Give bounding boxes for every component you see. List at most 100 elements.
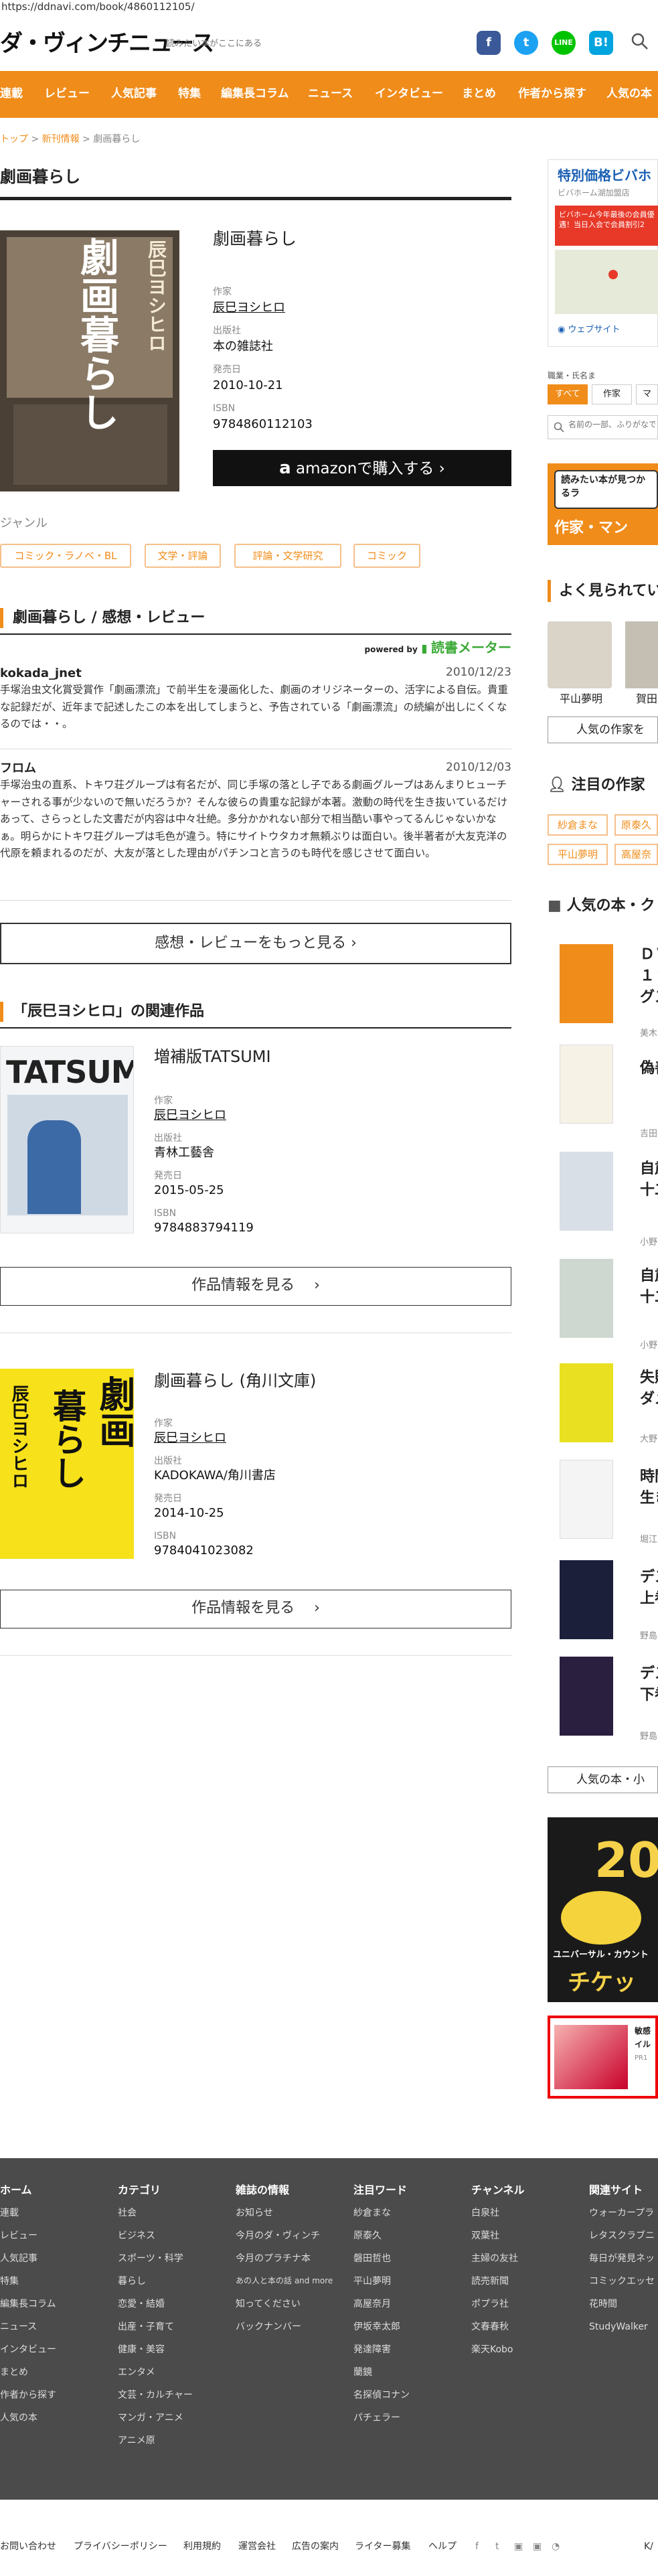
footer-link[interactable]: 磐田哲也 xyxy=(353,2252,391,2266)
footer-link[interactable]: 双葉社 xyxy=(471,2229,499,2243)
footer-link[interactable]: 文芸・カルチャー xyxy=(118,2389,193,2403)
footer-link[interactable]: ポプラ社 xyxy=(471,2297,509,2312)
footer-link[interactable]: 白泉社 xyxy=(471,2206,499,2220)
notable-author-chip[interactable]: 原泰久 xyxy=(614,814,658,836)
footer-link[interactable]: 出産・子育て xyxy=(118,2320,174,2334)
author-link[interactable]: 辰巳ヨシヒロ xyxy=(154,1429,226,1447)
nav-item-matome[interactable]: まとめ xyxy=(462,86,496,103)
footer-link[interactable]: バックナンバー xyxy=(236,2320,301,2334)
facebook-icon[interactable]: f xyxy=(475,2540,479,2554)
footer-link[interactable]: ビジネス xyxy=(118,2229,155,2243)
book-cover[interactable]: 辰巳ヨシヒロ 劇画暮らし xyxy=(0,230,179,491)
ranking-cover[interactable] xyxy=(560,1363,613,1442)
footer-link[interactable]: 今月のダ・ヴィンチ xyxy=(236,2229,320,2243)
related-title[interactable]: 劇画暮らし (角川文庫) xyxy=(154,1369,316,1393)
footer-link[interactable]: 名探偵コナン xyxy=(353,2389,410,2403)
breadcrumb-top[interactable]: トップ xyxy=(0,134,28,145)
facebook-icon[interactable]: f xyxy=(477,31,501,55)
footer-link[interactable]: 高屋奈月 xyxy=(353,2297,391,2312)
footer-link[interactable]: スポーツ・科学 xyxy=(118,2252,183,2266)
nav-item-search-author[interactable]: 作者から探す xyxy=(518,86,586,103)
bookmeter-logo[interactable]: 読書メーター xyxy=(431,639,511,656)
footer-link[interactable]: 読売新聞 xyxy=(471,2275,509,2289)
url-bar[interactable]: https://ddnavi.com/book/4860112105/ xyxy=(0,0,658,15)
nav-item-interview[interactable]: インタビュー xyxy=(375,86,443,103)
author-link[interactable]: 辰巳ヨシヒロ xyxy=(213,299,285,317)
more-reviews-button[interactable]: 感想・レビューをもっと見る › xyxy=(0,923,511,964)
twitter-icon[interactable]: t xyxy=(495,2540,499,2554)
related-title[interactable]: 増補版TATSUMI xyxy=(154,1045,271,1069)
related-cover[interactable]: 劇画 暮らし 辰巳ヨシヒロ xyxy=(0,1369,134,1559)
footer-link[interactable]: ウォーカープラ xyxy=(589,2206,654,2220)
filter-tab-author[interactable]: 作家 xyxy=(592,384,632,404)
footer-link[interactable]: 編集長コラム xyxy=(0,2297,56,2312)
footer-link[interactable]: 健康・美容 xyxy=(118,2343,165,2357)
footer-link[interactable]: 人気記事 xyxy=(0,2252,37,2266)
avatar[interactable] xyxy=(625,621,658,688)
footer-link[interactable]: 社会 xyxy=(118,2206,137,2220)
footer-link[interactable]: 恋愛・結婚 xyxy=(118,2297,165,2312)
ranking-more-button[interactable]: 人気の本・小 xyxy=(548,1766,658,1793)
hatena-icon[interactable]: B! xyxy=(589,31,613,55)
nav-item-popular-books[interactable]: 人気の本 xyxy=(606,86,652,103)
line-icon[interactable]: ▣ xyxy=(514,2540,523,2554)
footer-link[interactable]: インタビュー xyxy=(0,2343,56,2357)
footer-link[interactable]: まとめ xyxy=(0,2366,28,2380)
footer-link[interactable]: 今月のプラチナ本 xyxy=(236,2252,311,2266)
filter-tab-all[interactable]: すべて xyxy=(548,384,588,404)
author-search-input[interactable] xyxy=(568,420,655,429)
sidebar-ad-usj[interactable]: 20 ユニバーサル・カウント チケッ xyxy=(548,1817,658,2002)
footer-link[interactable]: 毎日が発見ネッ xyxy=(589,2252,655,2266)
footer-link[interactable]: あの人と本の話 and more xyxy=(236,2275,333,2287)
footer-link[interactable]: StudyWalker xyxy=(589,2320,648,2334)
ranking-title[interactable]: ＤＶ １２ グス xyxy=(640,944,658,1008)
footer-link[interactable]: コミックエッセ xyxy=(589,2275,655,2289)
ranking-title[interactable]: 時間 生き xyxy=(640,1466,658,1509)
author-link[interactable]: 辰巳ヨシヒロ xyxy=(154,1106,226,1124)
amazon-buy-button[interactable]: a amazonで購入する › xyxy=(213,450,511,486)
footer-link[interactable]: お知らせ xyxy=(236,2206,273,2220)
footer-link[interactable]: 連載 xyxy=(0,2206,19,2220)
review-user[interactable]: kokada_jnet xyxy=(0,664,82,682)
filter-tab-manga[interactable]: マ xyxy=(636,384,658,404)
footer-bottom-link[interactable]: お問い合わせ xyxy=(0,2540,56,2554)
footer-link[interactable]: 蘭鏡 xyxy=(353,2366,372,2380)
ranking-title[interactable]: デス 下巻 xyxy=(640,1663,658,1706)
twitter-icon[interactable]: t xyxy=(514,31,538,55)
footer-link[interactable]: 紗倉まな xyxy=(353,2206,391,2220)
genre-tag[interactable]: コミック・ラノベ・BL xyxy=(0,544,131,568)
view-work-button[interactable]: 作品情報を見る › xyxy=(0,1267,511,1306)
footer-link[interactable]: 楽天Kobo xyxy=(471,2343,513,2357)
rss-icon[interactable]: ◔ xyxy=(552,2540,560,2554)
footer-bottom-link[interactable]: ヘルプ xyxy=(428,2540,457,2554)
footer-link[interactable]: 特集 xyxy=(0,2275,19,2289)
footer-link[interactable]: 花時間 xyxy=(589,2297,617,2312)
nav-item-review[interactable]: レビュー xyxy=(44,86,90,103)
review-user[interactable]: フロム xyxy=(0,759,36,777)
ranking-cover[interactable] xyxy=(560,1460,613,1539)
genre-tag[interactable]: 文学・評論 xyxy=(145,544,221,568)
nav-item-popular[interactable]: 人気記事 xyxy=(111,86,157,103)
footer-link[interactable]: 平山夢明 xyxy=(353,2275,391,2289)
footer-link[interactable]: パチェラー xyxy=(353,2411,400,2425)
genre-tag[interactable]: 評論・文学研究 xyxy=(234,544,341,568)
author-search[interactable] xyxy=(548,415,658,439)
footer-link[interactable]: マンガ・アニメ xyxy=(118,2411,183,2425)
ranking-cover[interactable] xyxy=(560,1657,613,1736)
footer-bottom-link[interactable]: 利用規約 xyxy=(183,2540,221,2554)
footer-link[interactable]: レビュー xyxy=(0,2229,37,2243)
ranking-cover[interactable] xyxy=(560,1259,613,1338)
popular-author-name[interactable]: 平山夢明 xyxy=(560,691,602,707)
footer-link[interactable]: アニメ原 xyxy=(118,2434,155,2448)
footer-link[interactable]: 文春春秋 xyxy=(471,2320,509,2334)
footer-link[interactable]: 原泰久 xyxy=(353,2229,382,2243)
nav-item-news[interactable]: ニュース xyxy=(308,86,353,103)
footer-link[interactable]: エンタメ xyxy=(118,2366,155,2380)
nav-item-feature[interactable]: 特集 xyxy=(178,86,201,103)
footer-link[interactable]: 知ってください xyxy=(236,2297,301,2312)
footer-link[interactable]: レタスクラブニ xyxy=(589,2229,655,2243)
footer-bottom-link[interactable]: 運営会社 xyxy=(238,2540,276,2554)
ranking-title[interactable]: 失敗 ダメ xyxy=(640,1367,658,1410)
sidebar-ad[interactable]: 特別価格ビバホ ビバホーム湖加盟店 ビバホーム今年最後の会員優遇！当日入会で会員… xyxy=(548,159,658,347)
line-icon[interactable]: LINE xyxy=(552,31,576,55)
